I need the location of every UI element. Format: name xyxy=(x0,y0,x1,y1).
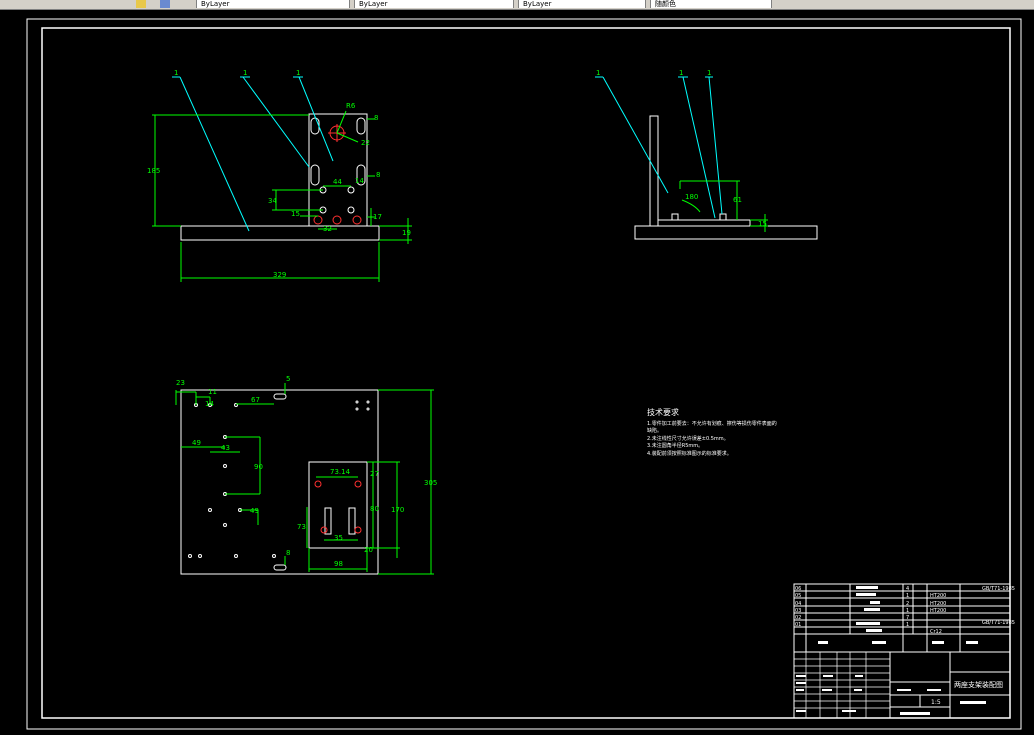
dim-49-b: 49 xyxy=(250,507,259,515)
row-mat-03: HT200 xyxy=(930,608,946,614)
linetype-select[interactable]: ByLayer xyxy=(354,0,514,8)
row-qty-02: 7 xyxy=(906,615,909,621)
dim-14-top: 14 xyxy=(205,400,214,408)
dim-20: 20 xyxy=(364,546,373,554)
title-block xyxy=(793,583,1011,719)
lineweight-select[interactable]: ByLayer xyxy=(518,0,646,8)
dim-180: 180 xyxy=(685,193,698,201)
row-no-04: 04 xyxy=(795,601,801,607)
row-no-03: 03 xyxy=(795,608,801,614)
dim-27: 27 xyxy=(370,470,379,478)
balloon-1c: 1 xyxy=(296,69,300,77)
dim-32: 32 xyxy=(323,225,332,233)
dim-305: 305 xyxy=(424,479,437,487)
tech-line-3: 2.未注线性尺寸允许误差±0.5mm。 xyxy=(647,435,729,442)
balloon-1a: 1 xyxy=(174,69,178,77)
top-view xyxy=(175,383,434,575)
side-vertical-plate xyxy=(649,115,659,227)
row-mat-01: Cr12 xyxy=(930,629,942,635)
dim-44: 44 xyxy=(333,178,342,186)
dim-67: 67 xyxy=(251,396,260,404)
drawing-scale: 1:5 xyxy=(931,699,941,706)
dim-r6: R6 xyxy=(346,102,356,110)
dim-11: 11 xyxy=(208,388,217,396)
row-qty-04: 2 xyxy=(906,601,909,607)
top-base-outline xyxy=(180,389,379,575)
row-mat-05: HT200 xyxy=(930,593,946,599)
dim-8-top: 8 xyxy=(374,114,378,122)
side-view xyxy=(595,76,818,240)
row-no-05: 05 xyxy=(795,593,801,599)
front-base-plate xyxy=(180,225,380,241)
tech-line-5: 4.装配前须按照标准图示的标准要求。 xyxy=(647,450,732,457)
dim-17: 17 xyxy=(373,213,382,221)
row-qty-05: 1 xyxy=(906,593,909,599)
dim-23: 23 xyxy=(176,379,185,387)
dim-35: 35 xyxy=(334,534,343,542)
dim-61: 61 xyxy=(733,196,742,204)
drawing-canvas[interactable]: 185 329 19 17 8 8 44 34 15 32 14 R6 22 1… xyxy=(0,10,1034,735)
row-qty-01: 1 xyxy=(906,622,909,628)
plotstyle-select[interactable]: 随颜色 xyxy=(650,0,772,8)
drawing-name: 两座支架装配图 xyxy=(954,680,1003,689)
dim-19: 19 xyxy=(402,229,411,237)
tech-line-2: 缺陷。 xyxy=(647,427,662,434)
dim-98: 98 xyxy=(334,560,343,568)
inner-frame xyxy=(41,27,1011,719)
dim-5: 5 xyxy=(286,375,290,383)
balloon-side-2: 1 xyxy=(679,69,683,77)
tech-title: 技术要求 xyxy=(647,407,679,417)
front-dimensions: 185 329 19 17 8 8 44 34 15 32 14 R6 22 1… xyxy=(147,69,411,279)
layer-state-icon[interactable] xyxy=(160,0,170,8)
row-no-01: 01 xyxy=(795,622,801,628)
title-block-fills xyxy=(796,586,986,715)
toolbar: ByLayer ByLayer ByLayer 随颜色 xyxy=(0,0,1034,10)
row-no-02: 02 xyxy=(795,615,801,621)
row-qty-06: 4 xyxy=(906,586,909,592)
dim-15-side: 15 xyxy=(758,220,767,228)
color-select[interactable]: ByLayer xyxy=(196,0,350,8)
dim-329: 329 xyxy=(273,271,286,279)
dim-22: 22 xyxy=(361,139,370,147)
dim-8-top: 8 xyxy=(286,549,290,557)
dim-170: 170 xyxy=(391,506,404,514)
dim-73: 73 xyxy=(297,523,306,531)
balloon-side-1: 1 xyxy=(596,69,600,77)
title-block-text: 06 05 04 03 02 01 4 1 2 1 7 1 HT200 HT20… xyxy=(795,586,1015,706)
side-base-plate xyxy=(634,225,818,240)
dim-73-14: 73.14 xyxy=(330,468,351,476)
layer-icon[interactable] xyxy=(136,0,146,8)
dim-8-mid: 8 xyxy=(376,171,380,179)
front-view xyxy=(152,76,412,282)
dim-185: 185 xyxy=(147,167,160,175)
dim-43: 43 xyxy=(221,444,230,452)
tech-line-4: 3.未注圆角半径R5mm。 xyxy=(647,442,703,449)
technical-requirements: 技术要求 1.零件加工前要去：不允许有划痕、擦伤等损伤零件表面的 缺陷。 2.未… xyxy=(647,407,777,457)
dim-15: 15 xyxy=(291,210,300,218)
row-mat-04: HT200 xyxy=(930,601,946,607)
row-code-06: GB/T71-1985 xyxy=(982,586,1015,592)
row-qty-03: 1 xyxy=(906,608,909,614)
row-code-02: GB/T71-1985 xyxy=(982,620,1015,626)
dim-34: 34 xyxy=(268,197,277,205)
balloon-1b: 1 xyxy=(243,69,247,77)
dim-49-a: 49 xyxy=(192,439,201,447)
tech-line-1: 1.零件加工前要去：不允许有划痕、擦伤等损伤零件表面的 xyxy=(647,420,777,427)
dim-90: 90 xyxy=(254,463,263,471)
side-dimensions: 61 15 180 1 1 1 xyxy=(596,69,767,228)
dim-80: 80 xyxy=(370,505,379,513)
row-no-06: 06 xyxy=(795,586,801,592)
dim-14: 14 xyxy=(355,177,364,185)
balloon-side-3: 1 xyxy=(707,69,711,77)
